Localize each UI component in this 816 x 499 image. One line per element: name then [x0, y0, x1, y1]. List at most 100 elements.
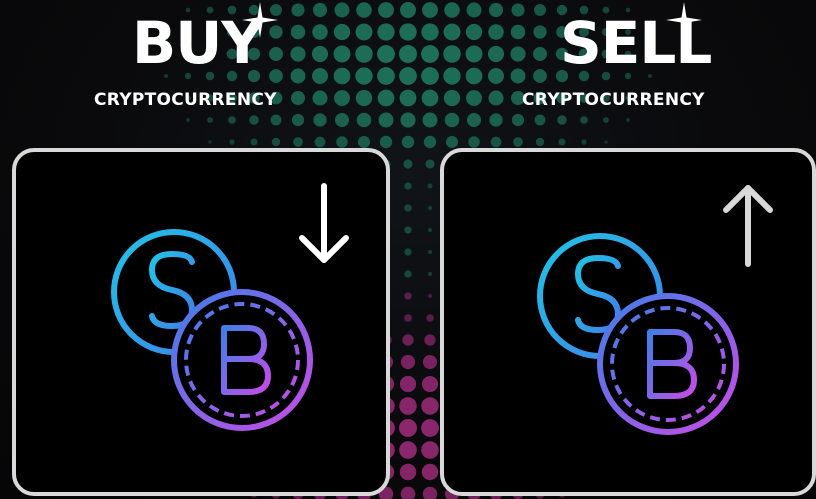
halftone-dot	[333, 23, 351, 41]
halftone-dot	[336, 136, 348, 148]
halftone-dot	[404, 314, 412, 322]
halftone-dot	[355, 45, 373, 63]
halftone-dot	[355, 89, 373, 107]
halftone-dot	[334, 2, 350, 18]
halftone-dot	[269, 69, 283, 83]
halftone-dot	[510, 68, 526, 84]
halftone-dot	[427, 293, 433, 299]
halftone-dot	[333, 45, 351, 63]
halftone-dot	[271, 137, 281, 147]
halftone-dot	[403, 159, 413, 169]
halftone-dot	[377, 45, 395, 63]
halftone-dot	[443, 89, 461, 107]
promo-graphic: BUY CRYPTOCURRENCY SELL CRYPTOCURRENCY	[0, 0, 816, 499]
halftone-dot	[314, 136, 326, 148]
halftone-dot	[401, 135, 415, 149]
halftone-dot	[312, 24, 328, 40]
halftone-dot	[334, 90, 350, 106]
halftone-dot	[421, 67, 439, 85]
halftone-dot	[533, 69, 547, 83]
halftone-dot	[249, 115, 259, 125]
halftone-dot	[466, 112, 482, 128]
halftone-dot	[377, 89, 395, 107]
halftone-dot	[424, 334, 436, 346]
halftone-dot	[425, 159, 435, 169]
halftone-dot	[270, 114, 282, 126]
halftone-dot	[311, 45, 329, 63]
halftone-dot	[603, 117, 609, 123]
halftone-dot	[291, 3, 305, 17]
halftone-dot	[378, 112, 394, 128]
halftone-dot	[427, 227, 433, 233]
halftone-dot	[533, 47, 547, 61]
halftone-dot	[511, 113, 525, 127]
halftone-dot	[334, 112, 350, 128]
halftone-dot	[427, 249, 433, 255]
halftone-dot	[421, 23, 439, 41]
halftone-dot	[421, 375, 439, 393]
buy-subtitle: CRYPTOCURRENCY	[94, 90, 277, 110]
halftone-dot	[312, 2, 328, 18]
halftone-dot	[421, 397, 439, 415]
halftone-dot	[421, 89, 439, 107]
halftone-dot	[488, 90, 504, 106]
halftone-dot	[378, 2, 394, 18]
halftone-dot	[400, 486, 416, 499]
halftone-dot	[535, 137, 545, 147]
halftone-dot	[487, 45, 505, 63]
halftone-dot	[404, 226, 412, 234]
halftone-dot	[510, 46, 526, 62]
halftone-dot	[422, 486, 438, 499]
halftone-dot	[558, 138, 566, 146]
halftone-dot	[444, 112, 460, 128]
halftone-dot	[533, 25, 547, 39]
halftone-dot	[422, 2, 438, 18]
halftone-dot	[465, 23, 483, 41]
halftone-dot	[534, 114, 546, 126]
buy-card[interactable]	[12, 148, 390, 496]
sparkle-icon	[666, 2, 702, 38]
sell-card[interactable]	[440, 148, 816, 496]
halftone-dot	[312, 90, 328, 106]
halftone-dot	[490, 136, 502, 148]
halftone-dot	[355, 67, 373, 85]
sparkle-icon	[242, 2, 278, 38]
halftone-dot	[356, 2, 372, 18]
halftone-dot	[312, 68, 328, 84]
halftone-dot	[377, 67, 395, 85]
halftone-dot	[399, 419, 417, 437]
halftone-dot	[468, 136, 480, 148]
halftone-dot	[466, 2, 482, 18]
halftone-dot	[333, 67, 351, 85]
halftone-dot	[488, 68, 504, 84]
halftone-dot	[423, 135, 437, 149]
halftone-dot	[400, 112, 416, 128]
halftone-dot	[402, 334, 414, 346]
halftone-dot	[510, 24, 526, 40]
halftone-dot	[427, 205, 433, 211]
halftone-dot	[399, 45, 417, 63]
halftone-dot	[290, 24, 306, 40]
halftone-dot	[626, 118, 630, 122]
halftone-dot	[290, 68, 306, 84]
bitcoin-coin-icon	[597, 293, 739, 435]
halftone-dot	[186, 118, 190, 122]
halftone-dot	[207, 117, 213, 123]
halftone-dot	[313, 113, 327, 127]
halftone-dot	[379, 135, 393, 149]
halftone-dot	[250, 138, 258, 146]
halftone-dot	[421, 441, 439, 459]
halftone-dot	[208, 140, 212, 144]
halftone-dot	[421, 463, 439, 481]
halftone-dot	[466, 90, 482, 106]
halftone-dot	[488, 2, 504, 18]
halftone-dot	[228, 116, 236, 124]
dollar-bitcoin-coins-icon	[111, 229, 313, 431]
halftone-dot	[400, 354, 416, 370]
halftone-dot	[444, 2, 460, 18]
halftone-dot	[443, 23, 461, 41]
halftone-dot	[291, 91, 305, 105]
halftone-dot	[293, 137, 303, 147]
halftone-dot	[399, 67, 417, 85]
halftone-dot	[465, 67, 483, 85]
